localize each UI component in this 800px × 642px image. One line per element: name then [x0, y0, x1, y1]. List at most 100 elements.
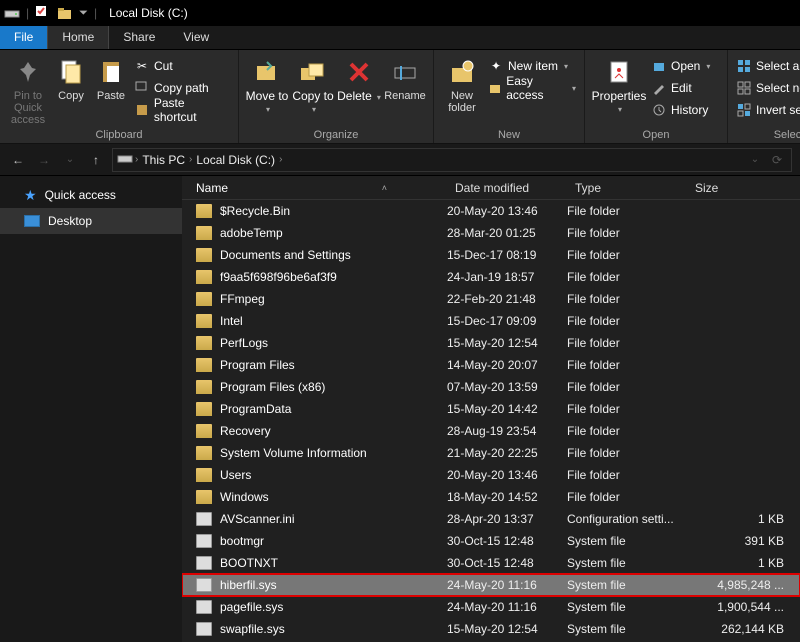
- chevron-right-icon[interactable]: ›: [135, 154, 138, 165]
- folder-icon: [196, 358, 212, 372]
- breadcrumb[interactable]: › This PC › Local Disk (C:) › ⌄ ⟳: [112, 148, 792, 172]
- check-icon[interactable]: [35, 5, 51, 21]
- refresh-icon[interactable]: ⟳: [767, 150, 787, 170]
- file-type: File folder: [567, 468, 687, 482]
- selectnone-button[interactable]: Select none: [734, 78, 800, 98]
- sidebar-item-quick-access[interactable]: ★ Quick access: [0, 182, 182, 208]
- moveto-icon: [251, 56, 283, 88]
- qa-overflow-icon[interactable]: ⏷: [79, 7, 88, 20]
- drive-icon: [4, 5, 20, 21]
- file-row[interactable]: Users20-May-20 13:46File folder: [182, 464, 800, 486]
- file-row[interactable]: PerfLogs15-May-20 12:54File folder: [182, 332, 800, 354]
- dropdown-icon[interactable]: ⌄: [745, 150, 765, 170]
- back-button[interactable]: ←: [8, 150, 28, 170]
- file-type: System file: [567, 578, 687, 592]
- copyto-icon: [297, 56, 329, 88]
- file-type: File folder: [567, 226, 687, 240]
- file-row[interactable]: f9aa5f698f96be6af3f924-Jan-19 18:57File …: [182, 266, 800, 288]
- file-row[interactable]: System Volume Information21-May-20 22:25…: [182, 442, 800, 464]
- tab-view[interactable]: View: [169, 26, 223, 49]
- file-date: 14-May-20 20:07: [447, 358, 567, 372]
- file-date: 18-May-20 14:52: [447, 490, 567, 504]
- crumb-drive[interactable]: Local Disk (C:): [194, 153, 277, 167]
- file-type: File folder: [567, 336, 687, 350]
- drive-icon: [117, 150, 133, 169]
- edit-button[interactable]: Edit: [649, 78, 721, 98]
- file-row[interactable]: adobeTemp28-Mar-20 01:25File folder: [182, 222, 800, 244]
- selectnone-icon: [736, 80, 752, 96]
- up-button[interactable]: ↑: [86, 150, 106, 170]
- file-name: Windows: [220, 490, 269, 504]
- file-row[interactable]: bootmgr30-Oct-15 12:48System file391 KB: [182, 530, 800, 552]
- file-name: PerfLogs: [220, 336, 268, 350]
- file-date: 24-May-20 11:16: [447, 600, 567, 614]
- cut-icon: ✂: [134, 58, 150, 74]
- pin-label: Pin to Quick access: [3, 90, 53, 126]
- file-rows: $Recycle.Bin20-May-20 13:46File folderad…: [182, 200, 800, 640]
- crumb-pc[interactable]: This PC: [140, 153, 187, 167]
- copypath-button[interactable]: Copy path: [132, 78, 232, 98]
- chevron-right-icon[interactable]: ›: [279, 154, 282, 165]
- chevron-right-icon[interactable]: ›: [189, 154, 192, 165]
- file-row[interactable]: hiberfil.sys24-May-20 11:16System file4,…: [182, 574, 800, 596]
- pasteshortcut-button[interactable]: Paste shortcut: [132, 100, 232, 120]
- tab-share[interactable]: Share: [109, 26, 169, 49]
- file-row[interactable]: BOOTNXT30-Oct-15 12:48System file1 KB: [182, 552, 800, 574]
- file-row[interactable]: Windows 18-May-20 14:52File folder: [182, 486, 800, 508]
- file-type: File folder: [567, 490, 687, 504]
- col-type[interactable]: Type: [567, 176, 687, 199]
- delete-icon: [343, 56, 375, 88]
- file-date: 28-Aug-19 23:54: [447, 424, 567, 438]
- file-row[interactable]: Program Files14-May-20 20:07File folder: [182, 354, 800, 376]
- file-size: 1 KB: [687, 512, 800, 526]
- invertsel-button[interactable]: Invert selection: [734, 100, 800, 120]
- col-size[interactable]: Size: [687, 176, 800, 199]
- tab-home[interactable]: Home: [47, 26, 109, 49]
- easyaccess-button[interactable]: Easy access▾: [486, 78, 578, 98]
- file-row[interactable]: FFmpeg22-Feb-20 21:48File folder: [182, 288, 800, 310]
- file-date: 07-May-20 13:59: [447, 380, 567, 394]
- file-size: 1,900,544 ...: [687, 600, 800, 614]
- open-button[interactable]: Open▾: [649, 56, 721, 76]
- file-row[interactable]: AVScanner.ini28-Apr-20 13:37Configuratio…: [182, 508, 800, 530]
- file-row[interactable]: Intel15-Dec-17 09:09File folder: [182, 310, 800, 332]
- folder-icon: [196, 424, 212, 438]
- file-type: System file: [567, 600, 687, 614]
- newfolder-label: New folder: [440, 90, 484, 114]
- file-type: File folder: [567, 292, 687, 306]
- delete-label: Delete ▾: [337, 90, 381, 103]
- pin-icon: [12, 56, 44, 88]
- file-list: Name˄ Date modified Type Size $Recycle.B…: [182, 176, 800, 642]
- newitem-button[interactable]: ✦New item▾: [486, 56, 578, 76]
- col-date[interactable]: Date modified: [447, 176, 567, 199]
- file-date: 30-Oct-15 12:48: [447, 534, 567, 548]
- file-row[interactable]: $Recycle.Bin20-May-20 13:46File folder: [182, 200, 800, 222]
- copypath-icon: [134, 80, 150, 96]
- newitem-icon: ✦: [488, 58, 504, 74]
- file-size: 391 KB: [687, 534, 800, 548]
- file-row[interactable]: ProgramData15-May-20 14:42File folder: [182, 398, 800, 420]
- file-type: File folder: [567, 402, 687, 416]
- file-row[interactable]: pagefile.sys24-May-20 11:16System file1,…: [182, 596, 800, 618]
- cut-button[interactable]: ✂Cut: [132, 56, 232, 76]
- sidebar-item-desktop[interactable]: Desktop: [0, 208, 182, 234]
- group-label-open: Open: [585, 129, 727, 141]
- file-type: File folder: [567, 314, 687, 328]
- tab-file[interactable]: File: [0, 26, 47, 49]
- recent-button[interactable]: ⌄: [60, 150, 80, 170]
- history-button[interactable]: History: [649, 100, 721, 120]
- file-name: f9aa5f698f96be6af3f9: [220, 270, 337, 284]
- file-row[interactable]: Program Files (x86)07-May-20 13:59File f…: [182, 376, 800, 398]
- easyaccess-icon: [488, 80, 502, 96]
- file-row[interactable]: Documents and Settings15-Dec-17 08:19Fil…: [182, 244, 800, 266]
- nav-sidebar: ★ Quick access Desktop: [0, 176, 182, 642]
- selectall-button[interactable]: Select all: [734, 56, 800, 76]
- file-row[interactable]: Recovery28-Aug-19 23:54File folder: [182, 420, 800, 442]
- copyto-label: Copy to ▾: [291, 90, 335, 115]
- file-type: File folder: [567, 248, 687, 262]
- forward-button[interactable]: →: [34, 150, 54, 170]
- file-row[interactable]: swapfile.sys15-May-20 12:54System file26…: [182, 618, 800, 640]
- col-name[interactable]: Name˄: [182, 176, 447, 199]
- column-headers: Name˄ Date modified Type Size: [182, 176, 800, 200]
- file-name: FFmpeg: [220, 292, 265, 306]
